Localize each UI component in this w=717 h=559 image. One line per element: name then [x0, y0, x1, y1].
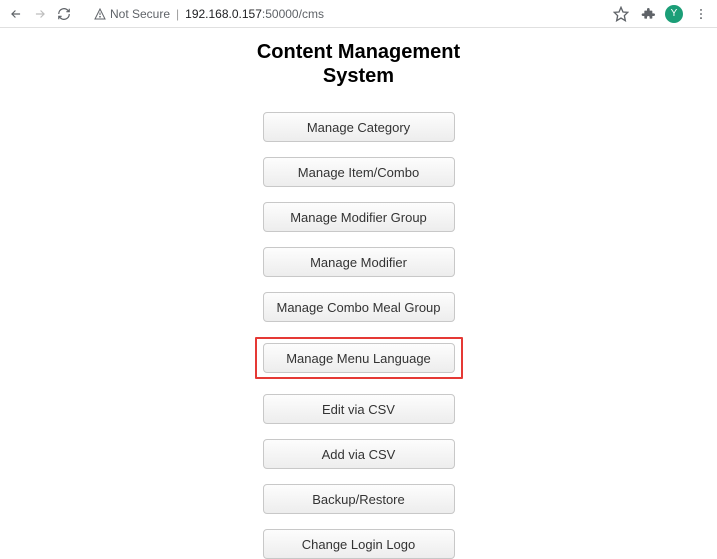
reload-icon[interactable]: [56, 6, 72, 22]
toolbar-right-icons: Y: [613, 5, 709, 23]
forward-icon[interactable]: [32, 6, 48, 22]
security-label: Not Secure: [110, 7, 170, 21]
page-content: Content Management System Manage Categor…: [0, 28, 717, 559]
divider: |: [176, 7, 179, 21]
manage-item-combo-button[interactable]: Manage Item/Combo: [263, 157, 455, 187]
manage-modifier-button[interactable]: Manage Modifier: [263, 247, 455, 277]
backup-restore-button[interactable]: Backup/Restore: [263, 484, 455, 514]
manage-modifier-group-button[interactable]: Manage Modifier Group: [263, 202, 455, 232]
manage-menu-language-button[interactable]: Manage Menu Language: [263, 343, 455, 373]
url-path: :50000/cms: [262, 7, 324, 21]
avatar-letter: Y: [671, 8, 678, 19]
add-via-csv-button[interactable]: Add via CSV: [263, 439, 455, 469]
extensions-icon[interactable]: [639, 6, 655, 22]
back-icon[interactable]: [8, 6, 24, 22]
menu-dots-icon[interactable]: [693, 6, 709, 22]
highlight-box: Manage Menu Language: [255, 337, 463, 379]
address-bar[interactable]: Not Secure | 192.168.0.157:50000/cms: [86, 4, 605, 24]
menu-buttons: Manage Category Manage Item/Combo Manage M…: [255, 112, 463, 559]
star-icon[interactable]: [613, 6, 629, 22]
not-secure-icon: Not Secure: [94, 7, 170, 21]
manage-category-button[interactable]: Manage Category: [263, 112, 455, 142]
url-host: 192.168.0.157: [185, 7, 262, 21]
avatar[interactable]: Y: [665, 5, 683, 23]
change-login-logo-button[interactable]: Change Login Logo: [263, 529, 455, 559]
browser-toolbar: Not Secure | 192.168.0.157:50000/cms Y: [0, 0, 717, 28]
page-title: Content Management System: [257, 40, 460, 88]
manage-combo-meal-group-button[interactable]: Manage Combo Meal Group: [263, 292, 455, 322]
edit-via-csv-button[interactable]: Edit via CSV: [263, 394, 455, 424]
